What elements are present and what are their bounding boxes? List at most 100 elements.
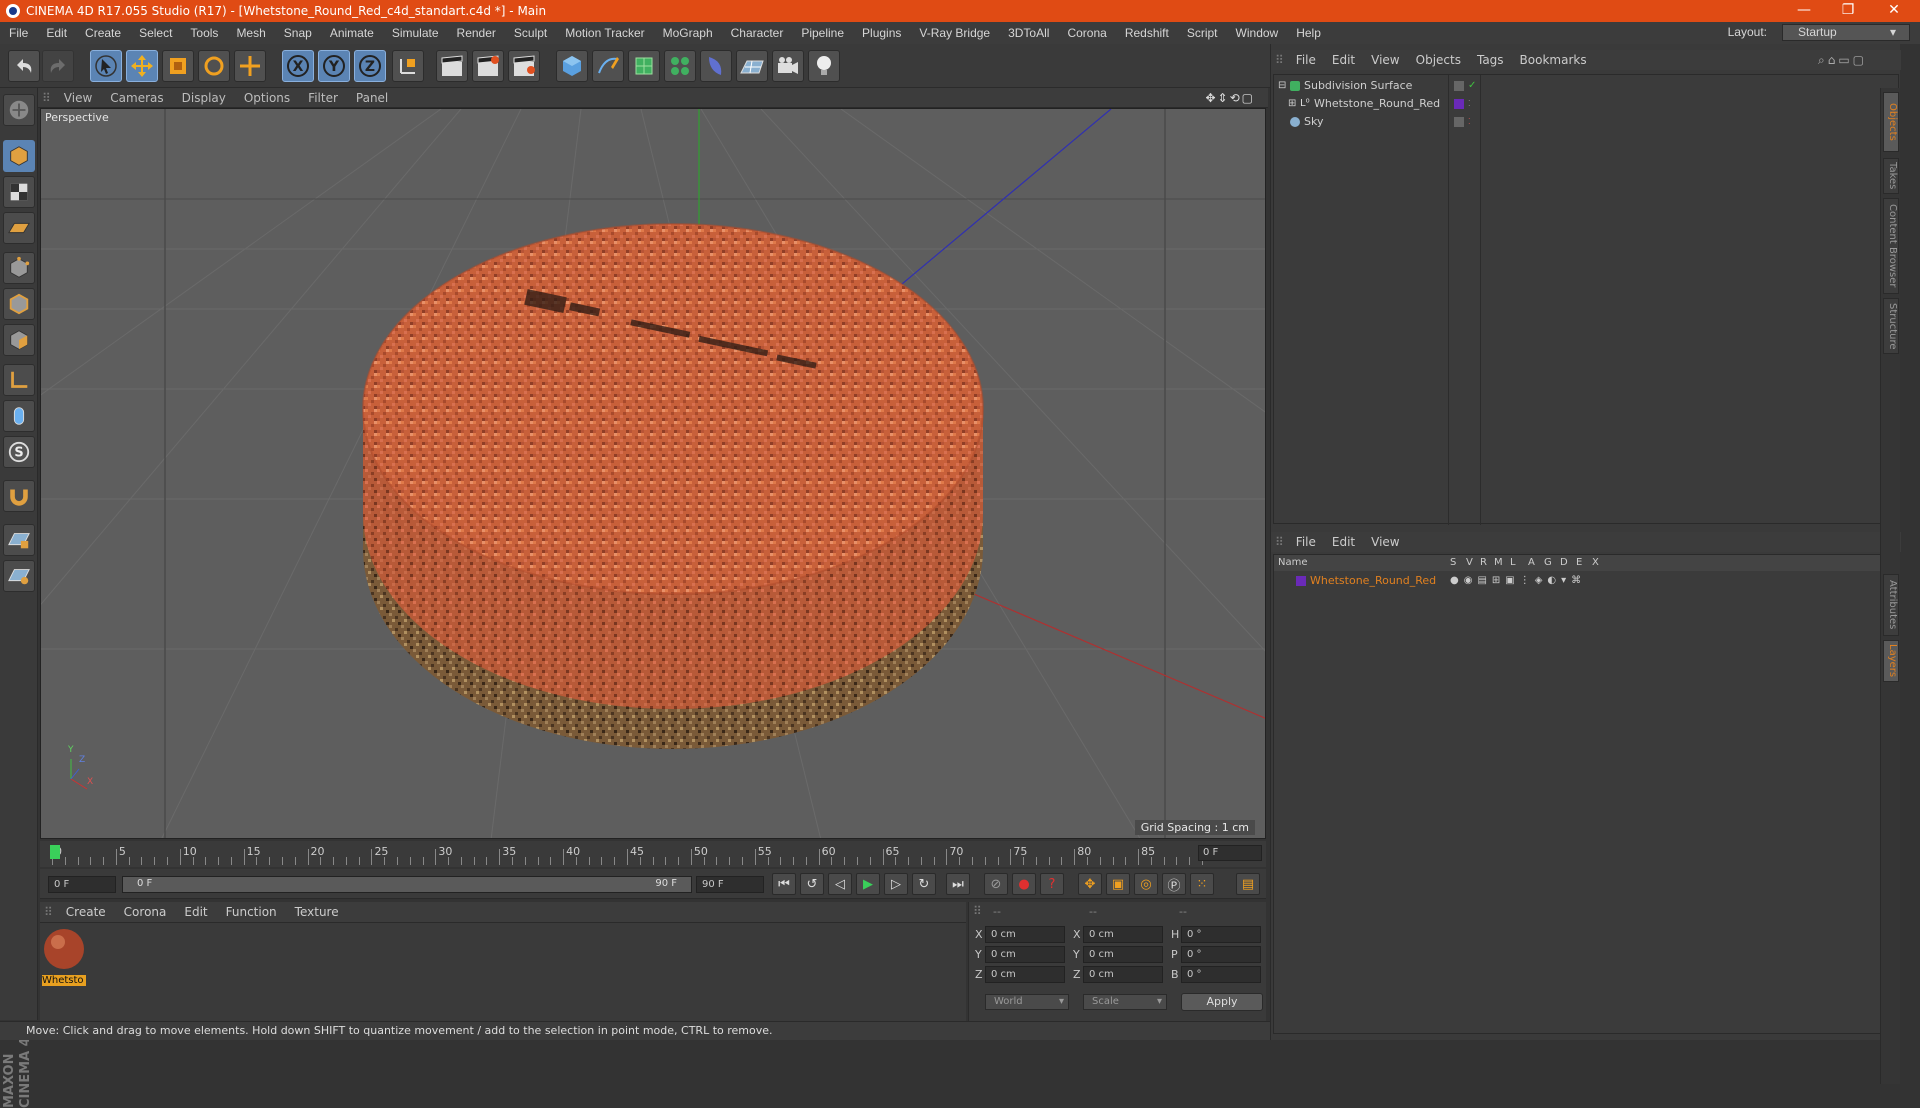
menu-3dtoall[interactable]: 3DToAll [999,26,1058,40]
menu-window[interactable]: Window [1227,26,1288,40]
material-menu-texture[interactable]: Texture [286,905,348,919]
record-point-level-button[interactable]: ⁙ [1190,873,1214,895]
layout-select[interactable]: Startup ▾ [1782,24,1910,41]
enabled-check-icon[interactable]: ✓ [1468,77,1476,95]
timeline-ruler[interactable]: 051015202530354045505560657075808590 0 F [40,841,1266,867]
previous-key-button[interactable]: ↺ [800,873,824,895]
coordinate-system-button[interactable] [392,50,424,82]
whetstone-model[interactable] [362,223,984,749]
add-camera-button[interactable] [772,50,804,82]
object-menu-view[interactable]: View [1363,53,1407,67]
axis-mode-button[interactable] [3,364,35,396]
position-y-field[interactable]: 0 cm [985,946,1065,963]
workplane-mode-button[interactable] [3,212,35,244]
transform-tool-button[interactable] [234,50,266,82]
menu-file[interactable]: File [0,26,37,40]
menu-render[interactable]: Render [448,26,505,40]
rotate-tool-button[interactable] [198,50,230,82]
go-to-start-button[interactable]: ⏮ [772,873,796,895]
side-tab-objects[interactable]: Objects [1883,92,1899,152]
object-menu-tags[interactable]: Tags [1469,53,1512,67]
menu-sculpt[interactable]: Sculpt [505,26,556,40]
edges-mode-button[interactable] [3,288,35,320]
apply-button[interactable]: Apply [1181,993,1263,1011]
viewport-menu-filter[interactable]: Filter [299,91,347,105]
record-rotation-button[interactable]: ◎ [1134,873,1158,895]
record-scale-button[interactable]: ▣ [1106,873,1130,895]
menu-edit[interactable]: Edit [37,26,76,40]
render-picture-viewer-button[interactable] [472,50,504,82]
next-key-button[interactable]: ↻ [912,873,936,895]
menu-tools[interactable]: Tools [181,26,227,40]
menu-motion-tracker[interactable]: Motion Tracker [556,26,653,40]
material-menu-edit[interactable]: Edit [175,905,216,919]
size-x-field[interactable]: 0 cm [1083,926,1163,943]
menu-vray-bridge[interactable]: V-Ray Bridge [910,26,999,40]
object-menu-objects[interactable]: Objects [1408,53,1469,67]
menu-redshift[interactable]: Redshift [1116,26,1178,40]
menu-help[interactable]: Help [1287,26,1330,40]
menu-create[interactable]: Create [76,26,130,40]
size-y-field[interactable]: 0 cm [1083,946,1163,963]
keyframe-selection-button[interactable]: ⊘ [984,873,1008,895]
viewport-menu-panel[interactable]: Panel [347,91,397,105]
scale-tool-button[interactable] [162,50,194,82]
menu-script[interactable]: Script [1178,26,1227,40]
solo-button[interactable]: S [3,436,35,468]
timeline-window-button[interactable]: ▤ [1236,873,1260,895]
position-x-field[interactable]: 0 cm [985,926,1065,943]
start-frame-field[interactable]: 0 F [48,876,116,893]
side-tab-layers[interactable]: Layers [1883,640,1899,682]
play-button[interactable]: ▶ [856,873,880,895]
rotation-b-field[interactable]: 0 ° [1181,966,1261,983]
texture-mode-button[interactable] [3,176,35,208]
perspective-viewport[interactable]: Y Z X Perspective Grid Spacing : 1 cm [40,108,1266,839]
go-to-end-button[interactable]: ⏭ [946,873,970,895]
material-menu-function[interactable]: Function [217,905,286,919]
material-swatch[interactable]: Whetsto [42,927,88,987]
undo-button[interactable] [8,50,40,82]
menu-simulate[interactable]: Simulate [383,26,448,40]
visibility-dots-icon[interactable]: ⁚ [1468,95,1471,113]
viewport-menu-cameras[interactable]: Cameras [101,91,172,105]
object-menu-edit[interactable]: Edit [1324,53,1363,67]
layer-toggle-icons[interactable]: ●◉▤⊞▣⋮◈◐▾⌘ [1450,573,1586,589]
polygons-mode-button[interactable] [3,324,35,356]
side-tab-attributes[interactable]: Attributes [1883,574,1899,636]
object-menu-bookmarks[interactable]: Bookmarks [1512,53,1595,67]
side-tab-content-browser[interactable]: Content Browser [1883,198,1899,294]
material-menu-corona[interactable]: Corona [115,905,176,919]
viewport-nav-icons[interactable]: ✥⇕⟲▢ [1196,91,1264,105]
layer-row[interactable]: Whetstone_Round_Red ●◉▤⊞▣⋮◈◐▾⌘ [1274,573,1900,589]
object-menu-file[interactable]: File [1288,53,1324,67]
y-axis-lock-button[interactable]: Y [318,50,350,82]
menu-animate[interactable]: Animate [321,26,383,40]
z-axis-lock-button[interactable]: Z [354,50,386,82]
side-tab-structure[interactable]: Structure [1883,298,1899,354]
make-editable-button[interactable] [3,94,35,126]
size-z-field[interactable]: 0 cm [1083,966,1163,983]
add-deformer-button[interactable] [700,50,732,82]
add-subdivision-button[interactable] [628,50,660,82]
object-row-subdivision[interactable]: ⊟ Subdivision Surface ✓ [1274,77,1900,95]
position-z-field[interactable]: 0 cm [985,966,1065,983]
restore-button[interactable]: ❐ [1826,0,1870,22]
range-slider[interactable]: 0 F 90 F [122,876,692,893]
layer-menu-file[interactable]: File [1288,535,1324,549]
current-frame-field[interactable]: 0 F [1198,845,1262,861]
menu-plugins[interactable]: Plugins [853,26,910,40]
snapping-button[interactable] [3,480,35,512]
material-menu-create[interactable]: Create [57,905,115,919]
redo-button[interactable] [42,50,74,82]
minimize-button[interactable]: — [1782,0,1826,22]
menu-snap[interactable]: Snap [275,26,321,40]
viewport-menu-options[interactable]: Options [235,91,299,105]
object-toolbar-icons[interactable]: ⌕⌂▭▢ [1810,53,1875,68]
layer-menu-edit[interactable]: Edit [1324,535,1363,549]
add-spline-button[interactable] [592,50,624,82]
coordinate-mode-select[interactable]: World ▾ [985,994,1069,1010]
rotation-p-field[interactable]: 0 ° [1181,946,1261,963]
move-tool-button[interactable] [126,50,158,82]
layer-menu-view[interactable]: View [1363,535,1407,549]
rotation-h-field[interactable]: 0 ° [1181,926,1261,943]
